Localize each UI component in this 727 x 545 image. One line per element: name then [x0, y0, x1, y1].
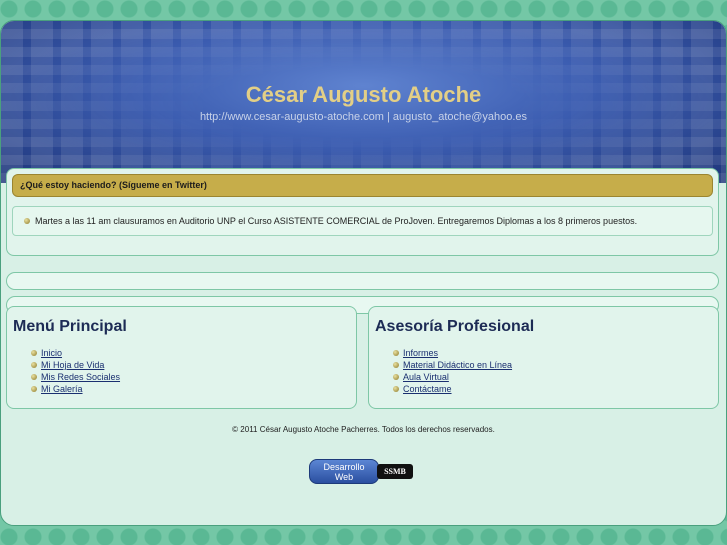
asesoria-link-informes[interactable]: Informes: [403, 348, 438, 358]
twitter-box: ¿Qué estoy haciendo? (Sígueme en Twitter…: [6, 168, 719, 256]
desarrollo-web-badge[interactable]: Desarrollo Web: [309, 459, 379, 484]
asesoria-link-material[interactable]: Material Didáctico en Línea: [403, 360, 512, 370]
list-item: Mis Redes Sociales: [31, 371, 120, 383]
bullet-icon: [393, 386, 399, 392]
bullet-icon: [31, 350, 37, 356]
badge-line-2: Web: [334, 472, 354, 482]
badge-line-1: Desarrollo: [323, 462, 365, 472]
tweet-text: Martes a las 11 am clausuramos en Audito…: [35, 216, 638, 226]
asesoria-list: Informes Material Didáctico en Línea Aul…: [393, 347, 512, 395]
list-item: Mi Hoja de Vida: [31, 359, 120, 371]
bullet-icon: [393, 362, 399, 368]
list-item: Material Didáctico en Línea: [393, 359, 512, 371]
bullet-icon: [31, 362, 37, 368]
site-contact-line: http://www.cesar-augusto-atoche.com | au…: [199, 111, 528, 123]
menu-principal-list: Inicio Mi Hoja de Vida Mis Redes Sociale…: [31, 347, 120, 395]
list-item: Inicio: [31, 347, 120, 359]
tweet-item: Martes a las 11 am clausuramos en Audito…: [12, 206, 713, 236]
menu-link-hoja-de-vida[interactable]: Mi Hoja de Vida: [41, 360, 104, 370]
menu-link-inicio[interactable]: Inicio: [41, 348, 62, 358]
empty-bar-1: [6, 272, 719, 290]
asesoria-link-contactame[interactable]: Contáctame: [403, 384, 452, 394]
menu-principal-title: Menú Principal: [13, 318, 127, 335]
menu-link-galeria[interactable]: Mi Galería: [41, 384, 83, 394]
ssmb-logo[interactable]: SSMB: [377, 464, 413, 479]
site-header: César Augusto Atoche http://www.cesar-au…: [1, 21, 726, 183]
menu-principal-panel: Menú Principal Inicio Mi Hoja de Vida Mi…: [6, 306, 357, 409]
list-item: Informes: [393, 347, 512, 359]
menu-link-redes-sociales[interactable]: Mis Redes Sociales: [41, 372, 120, 382]
list-item: Contáctame: [393, 383, 512, 395]
bullet-icon: [393, 350, 399, 356]
twitter-heading: ¿Qué estoy haciendo? (Sígueme en Twitter…: [12, 174, 713, 197]
asesoria-panel: Asesoría Profesional Informes Material D…: [368, 306, 719, 409]
list-item: Mi Galería: [31, 383, 120, 395]
site-title: César Augusto Atoche: [245, 82, 482, 107]
bullet-icon: [31, 374, 37, 380]
asesoria-title: Asesoría Profesional: [375, 318, 535, 335]
bullet-icon: [24, 218, 30, 224]
asesoria-link-aula-virtual[interactable]: Aula Virtual: [403, 372, 449, 382]
bullet-icon: [31, 386, 37, 392]
footer-copyright: © 2011 César Augusto Atoche Pacherres. T…: [232, 425, 495, 434]
bullet-icon: [393, 374, 399, 380]
list-item: Aula Virtual: [393, 371, 512, 383]
